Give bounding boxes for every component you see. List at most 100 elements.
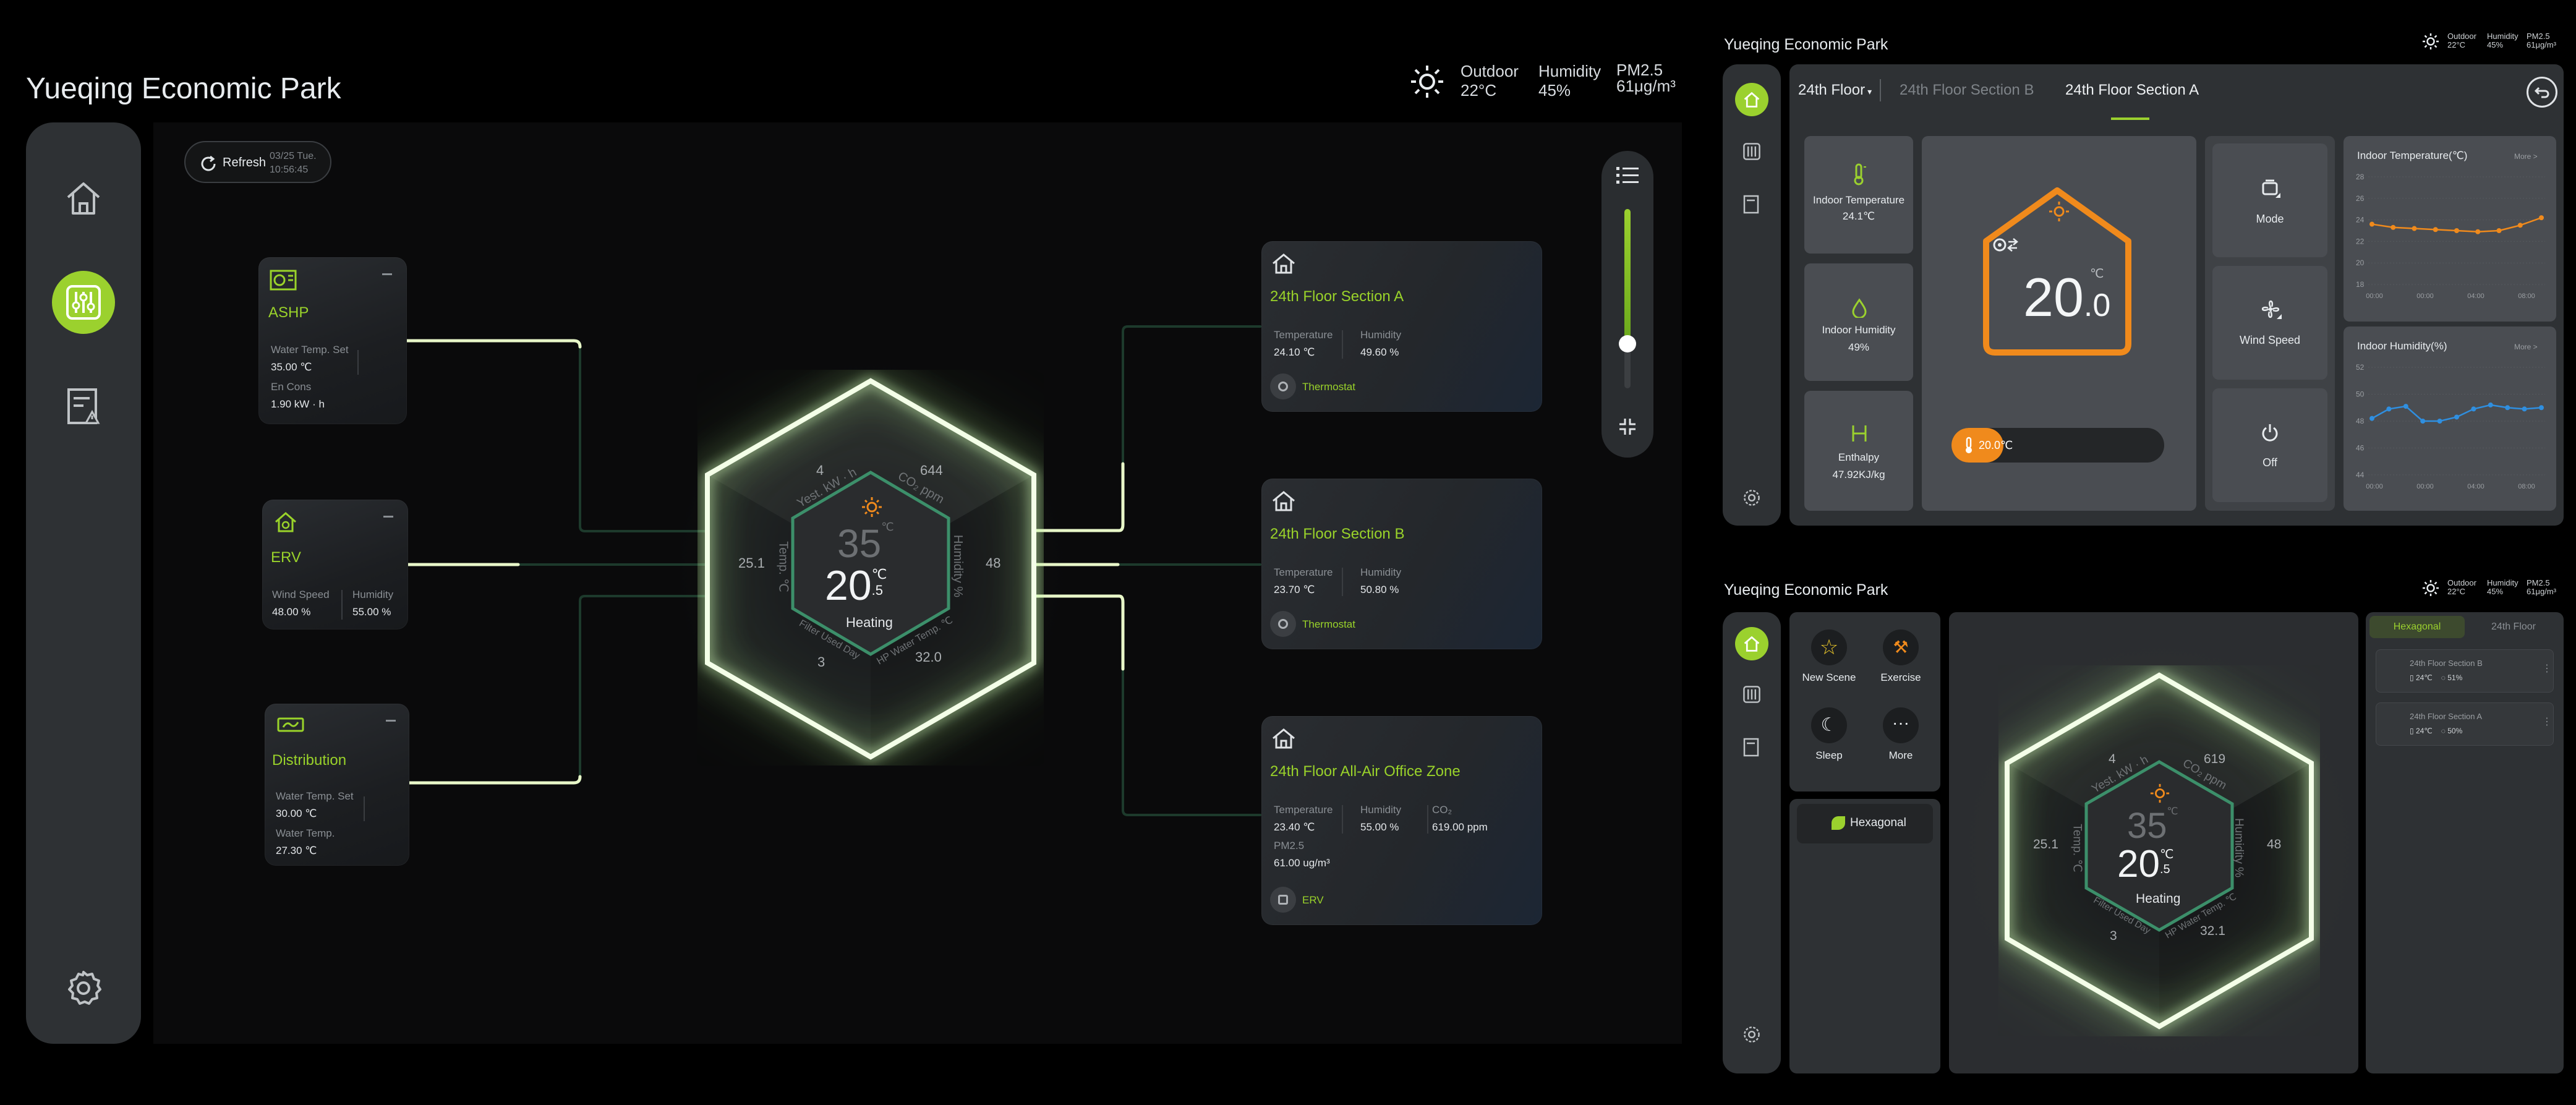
hexagonal-button[interactable]: Hexagonal <box>1797 804 1933 843</box>
central-hexagon[interactable]: 35℃ 20 ℃ .5 Heating 4 Yest. kW · h 619 CO₂… <box>1961 641 2357 1061</box>
more-link[interactable]: More > <box>2514 343 2538 351</box>
scene-new[interactable]: ☆ New Scene <box>1798 629 1860 691</box>
nav-control[interactable] <box>1735 678 1768 711</box>
indoor-humidity-tile[interactable]: Indoor Humidity 49% <box>1804 263 1913 381</box>
stat-label: Humidity % <box>951 534 965 598</box>
pm-label: PM2.5 <box>2527 32 2550 41</box>
sidebar <box>1723 612 1781 1073</box>
page-title: Yueqing Economic Park <box>1724 581 1888 599</box>
pm-value: 61μg/m³ <box>2527 587 2556 596</box>
stat-value: 3 <box>817 654 825 670</box>
param-label: Humidity <box>352 589 394 600</box>
nav-control[interactable] <box>1735 135 1768 168</box>
kebab-icon[interactable]: ⋮ <box>2542 715 2552 728</box>
list-item[interactable]: 24th Floor Section A ▯ 24℃ ◌ 50% ⋮ <box>2376 702 2554 746</box>
y-tick-label: 52 <box>2356 363 2365 372</box>
tab-section-a[interactable]: 24th Floor Section A <box>2065 82 2199 99</box>
back-button[interactable] <box>2527 77 2557 108</box>
central-hexagon[interactable]: 35℃ 20 ℃ .5 Heating 4 Yest. kW · h 644 CO₂… <box>673 357 1068 778</box>
y-tick-label: 26 <box>2356 194 2365 203</box>
mode-button[interactable]: Mode <box>2212 143 2327 257</box>
nav-report[interactable] <box>1735 731 1768 764</box>
nav-settings[interactable] <box>53 957 114 1019</box>
data-point <box>2505 405 2510 411</box>
nav-report[interactable] <box>1735 188 1768 221</box>
target-temp: 20 <box>2023 267 2084 328</box>
y-tick-label: 18 <box>2356 280 2365 289</box>
nav-control[interactable] <box>52 271 115 334</box>
nav-settings[interactable] <box>1735 1018 1768 1051</box>
kebab-icon[interactable]: ⋮ <box>2542 662 2552 675</box>
param-label: Temperature <box>1274 329 1333 341</box>
floor-select[interactable]: 24th Floor ▾ <box>1798 82 1872 99</box>
param-value: 55.00 % <box>1360 821 1399 833</box>
wind-speed-button[interactable]: Wind Speed <box>2212 266 2327 380</box>
collapse-icon[interactable] <box>386 720 396 722</box>
floor-select-value: 24th Floor <box>1798 82 1866 98</box>
hex-canvas: 35℃ 20 ℃ .5 Heating 4 Yest. kW · h 619 CO₂… <box>1949 612 2358 1073</box>
enthalpy-tile[interactable]: Enthalpy 47.92KJ/kg <box>1804 391 1913 511</box>
scene-sleep[interactable]: ☾ Sleep <box>1798 707 1860 769</box>
device-card-ashp[interactable]: ASHP Water Temp. Set 35.00 ℃ En Cons 1.9… <box>258 257 407 424</box>
tab-section-b[interactable]: 24th Floor Section B <box>1900 82 2034 99</box>
stat-value: 25.1 <box>738 555 765 571</box>
y-tick-label: 48 <box>2356 417 2365 425</box>
power-button[interactable]: Off <box>2212 388 2327 502</box>
data-point <box>2454 228 2459 233</box>
slider-thumb[interactable] <box>1619 335 1636 352</box>
scene-label: Exercise <box>1880 672 1921 683</box>
more-link[interactable]: More > <box>2514 152 2538 161</box>
stat-value: 48 <box>2267 837 2282 851</box>
nav-home[interactable] <box>1735 83 1768 116</box>
page-title: Yueqing Economic Park <box>1724 36 1888 53</box>
nav-home[interactable] <box>1735 627 1768 660</box>
temp-chart-card: Indoor Temperature(℃) More > 28 26 24 22 20 1… <box>2344 136 2556 322</box>
list-item[interactable]: 24th Floor Section B ▯ 24℃ ◌ 51% ⋮ <box>2376 649 2554 693</box>
scene-label: New Scene <box>1802 672 1856 683</box>
stat-value: 644 <box>920 463 943 478</box>
nav-report[interactable] <box>53 376 114 438</box>
setpoint-value: 35 <box>837 521 882 566</box>
outdoor-label: Outdoor <box>2447 578 2476 587</box>
param-label: En Cons <box>271 381 312 393</box>
scene-exercise[interactable]: ⚒ Exercise <box>1870 629 1932 691</box>
nav-settings[interactable] <box>1735 481 1768 514</box>
temp-unit: ℃ <box>2159 848 2174 861</box>
data-point <box>2369 221 2374 227</box>
zone-card-b[interactable]: 24th Floor Section B Temperature 23.70 ℃… <box>1261 479 1542 649</box>
device-card-distribution[interactable]: Distribution Water Temp. Set 30.00 ℃ Wat… <box>265 704 409 866</box>
x-tick-label: 08:00 <box>2518 292 2535 300</box>
setpoint-slider[interactable]: 20.0℃ <box>1951 428 2164 463</box>
sidebar <box>1723 64 1781 526</box>
nav-home[interactable] <box>53 167 114 229</box>
collapse-arrows-icon[interactable] <box>1618 417 1637 437</box>
droplet-icon: ◌ <box>2441 727 2448 735</box>
collapse-icon[interactable] <box>382 273 392 275</box>
device-card-erv[interactable]: ERV Wind Speed 48.00 % Humidity 55.00 % <box>262 500 408 629</box>
humidity-value: 45% <box>2487 587 2504 596</box>
indoor-temp-tile[interactable]: Indoor Temperature 24.1℃ <box>1804 136 1913 254</box>
zone-card-c[interactable]: 24th Floor All-Air Office Zone Temperatu… <box>1261 716 1542 925</box>
device-label: ERV <box>1302 894 1324 906</box>
param-label: Humidity <box>1360 566 1402 578</box>
scene-more[interactable]: ··· More <box>1870 707 1932 769</box>
tab-24th-floor[interactable]: 24th Floor <box>2467 616 2560 638</box>
humidity-value: 45% <box>1538 81 1571 100</box>
stat-value: 4 <box>2109 752 2116 766</box>
pm-label: PM2.5 <box>2527 578 2550 587</box>
slider-track[interactable] <box>1624 209 1631 388</box>
device-label: Thermostat <box>1302 381 1355 393</box>
list-icon[interactable] <box>1616 166 1639 184</box>
zone-card-a[interactable]: 24th Floor Section A Temperature 24.10 ℃… <box>1261 241 1542 412</box>
fan-icon <box>2261 300 2282 319</box>
chart-title: Indoor Humidity(%) <box>2357 340 2447 352</box>
param-label: Water Temp. <box>276 827 335 839</box>
tile-label: Indoor Temperature <box>1812 194 1905 206</box>
collapse-icon[interactable] <box>383 516 393 518</box>
y-tick-label: 44 <box>2356 471 2365 479</box>
data-point <box>2496 228 2502 233</box>
tab-hexagonal[interactable]: Hexagonal <box>2369 616 2465 638</box>
x-tick-label: 00:00 <box>2366 292 2383 300</box>
stat-value: 32.0 <box>915 649 942 665</box>
param-value: 619.00 ppm <box>1432 821 1488 833</box>
